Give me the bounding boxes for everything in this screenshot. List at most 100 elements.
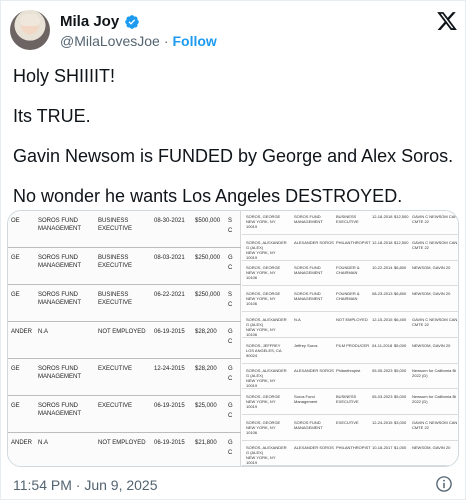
record-cell: BUSINESS EXECUTIVE: [98, 218, 133, 232]
record-cell: $5,000: [394, 368, 407, 374]
avatar[interactable]: [10, 10, 50, 50]
record-cell: SOROS FUND MANAGEMENT: [294, 419, 323, 430]
author-name-row: Mila Joy: [60, 13, 140, 30]
tweet-line: Holy SHIIIIT!: [13, 66, 116, 86]
record-cell: C: [228, 413, 233, 419]
follow-button[interactable]: Follow: [172, 33, 216, 49]
record-cell: NEWSOM, GAVIN 20: [412, 445, 451, 451]
record-cell: ALEXANDER SOROS: [294, 368, 334, 374]
record-cell: SOROS FUND MANAGEMENT: [294, 214, 323, 224]
record-cell: EXECUTIVE: [336, 419, 359, 425]
record-cell: SOROS, ALEXANDER G (ALEX) NEW YORK, NY 1…: [246, 368, 287, 389]
record-cell: G: [228, 255, 233, 261]
record-cell: Soros Fund Management: [294, 393, 318, 404]
record-row: GE SOROS FUND MANAGEMENT EXECUTIVE 06-19-20…: [8, 396, 241, 433]
record-cell: $5,000: [394, 393, 407, 399]
record-cell: S: [228, 292, 233, 298]
record-cell: Jeffrey Soros: [294, 342, 318, 348]
record-cell: 06-19-2015: [154, 329, 185, 335]
record-cell: 06-19-2015: [154, 403, 185, 409]
record-cell: SOROS, GEORGE NEW YORK, NY 10019: [246, 393, 281, 409]
record-cell: SOROS FUND MANAGEMENT: [38, 292, 82, 306]
record-cell: GE: [11, 403, 20, 409]
record-cell: $1,000: [394, 445, 407, 451]
record-cell: G: [228, 329, 233, 335]
record-cell: EXECUTIVE: [98, 366, 133, 372]
record-cell: 08-23-2013: [372, 291, 393, 297]
record-cell: NOT EMPLOYED: [98, 440, 146, 446]
record-row: SOROS, GEORGE NEW YORK, NY 10019 SOROS FU…: [242, 211, 458, 235]
record-cell: C: [228, 302, 233, 308]
author-name[interactable]: Mila Joy: [60, 13, 119, 30]
record-cell: PHILANTHROPIST: [336, 445, 371, 451]
record-row: SOROS, ALEXANDER G (ALEX) NEW YORK, NY 1…: [242, 237, 458, 261]
record-cell: SOROS FUND MANAGEMENT: [294, 291, 323, 302]
record-cell: ANDER: [11, 329, 33, 335]
record-cell: SOROS, GEORGE NEW YORK, NY 10106: [246, 265, 281, 281]
record-cell: SOROS FUND MANAGEMENT: [38, 403, 82, 417]
record-cell: PHILANTHROPIST: [336, 239, 371, 245]
record-cell: SOROS, ALEXANDER G (ALEX) NEW YORK, NY 1…: [246, 316, 287, 337]
verified-badge-icon: [125, 14, 140, 29]
record-cell: C: [228, 376, 233, 382]
record-cell: G: [228, 440, 233, 446]
record-cell: Philanthropist: [336, 368, 361, 374]
record-cell: Newsom for California Bi 2022 (D): [412, 368, 457, 379]
record-cell: $12,500: [394, 214, 409, 219]
record-cell: SOROS, ALEXANDER G (ALEX) NEW YORK, NY 1…: [246, 445, 287, 466]
record-cell: BUSINESS EXECUTIVE: [336, 393, 359, 404]
record-cell: SOROS FUND MANAGEMENT: [294, 265, 323, 276]
record-cell: GE: [11, 292, 20, 298]
record-cell: NOT EMPLOYED: [98, 329, 146, 335]
record-row: GE SOROS FUND MANAGEMENT EXECUTIVE 12-24-20…: [8, 359, 241, 396]
x-logo-icon[interactable]: [436, 10, 458, 32]
tweet-line: No wonder he wants Los Angeles DESTROYED…: [13, 186, 403, 206]
tweet-text: Holy SHIIIIT! Its TRUE. Gavin Newsom is …: [13, 65, 453, 225]
record-cell: C: [228, 339, 233, 345]
record-row: SOROS, GEORGE NEW YORK, NY 10106 SOROS FU…: [242, 288, 458, 313]
record-cell: 12-24-2015: [372, 419, 393, 425]
tweet-card: Mila Joy @MilaLovesJoe · Follow Holy SHI…: [0, 0, 466, 500]
record-cell: SOROS FUND MANAGEMENT: [38, 218, 82, 232]
record-cell: SOROS, GEORGE NEW YORK, NY 10106: [246, 291, 281, 307]
record-cell: SOROS, GEORGE NEW YORK, NY 10106: [246, 419, 281, 435]
record-row: OE SOROS FUND MANAGEMENT BUSINESS EXECUTIV…: [8, 211, 241, 248]
record-cell: $6,800: [394, 291, 407, 297]
record-cell: NOT EMPLOYED: [336, 316, 368, 322]
record-cell: N.A: [38, 329, 49, 335]
record-cell: $5,000: [394, 342, 407, 348]
record-cell: $500,000: [195, 218, 221, 224]
record-cell: OE: [11, 218, 20, 224]
record-cell: $25,000: [195, 403, 217, 409]
record-row: GE SOROS FUND MANAGEMENT BUSINESS EXECUTIV…: [8, 248, 241, 285]
record-cell: 08-03-2021: [154, 255, 185, 261]
record-cell: 12-24-2015: [154, 366, 185, 372]
record-cell: $250,000: [195, 292, 221, 298]
record-cell: NEWSOM, GAVIN 20: [412, 265, 451, 271]
record-cell: 10-22-2014: [372, 265, 393, 271]
record-cell: 06-22-2021: [154, 292, 185, 298]
record-cell: FOUNDER & CHAIRMAN: [336, 265, 360, 276]
donation-records-right: SOROS, GEORGE NEW YORK, NY 10019 SOROS FU…: [242, 211, 458, 466]
record-cell: GE: [11, 366, 20, 372]
record-cell: 05-03-2023: [372, 393, 393, 399]
record-row: SOROS, GEORGE NEW YORK, NY 10106 SOROS FU…: [242, 417, 458, 441]
record-cell: $6,800: [394, 265, 407, 271]
record-cell: GAVIN C NEWSOM CAN CMTE 22: [412, 239, 458, 250]
record-cell: NEWSOM, GAVIN 20: [412, 291, 451, 297]
donation-records-left: OE SOROS FUND MANAGEMENT BUSINESS EXECUTIV…: [8, 211, 241, 466]
record-cell: $250,000: [195, 255, 221, 261]
author-handle[interactable]: @MilaLovesJoe: [60, 33, 160, 49]
record-cell: ANDER: [11, 440, 33, 446]
info-icon[interactable]: [435, 475, 453, 493]
record-cell: SOROS, JEFFREY LOS ANGELES, CA 90024: [246, 342, 282, 358]
record-cell: $6,400: [394, 316, 407, 322]
record-cell: $12,500: [394, 239, 409, 245]
record-row: GE SOROS FUND MANAGEMENT BUSINESS EXECUTIV…: [8, 285, 241, 322]
record-cell: N.A: [294, 316, 301, 322]
record-cell: C: [228, 265, 233, 271]
separator-dot: ·: [163, 33, 169, 49]
tweet-timestamp[interactable]: 11:54 PM · Jun 9, 2025: [13, 477, 158, 493]
record-cell: 08-30-2021: [154, 218, 185, 224]
attached-image[interactable]: OE SOROS FUND MANAGEMENT BUSINESS EXECUTIV…: [7, 210, 459, 467]
